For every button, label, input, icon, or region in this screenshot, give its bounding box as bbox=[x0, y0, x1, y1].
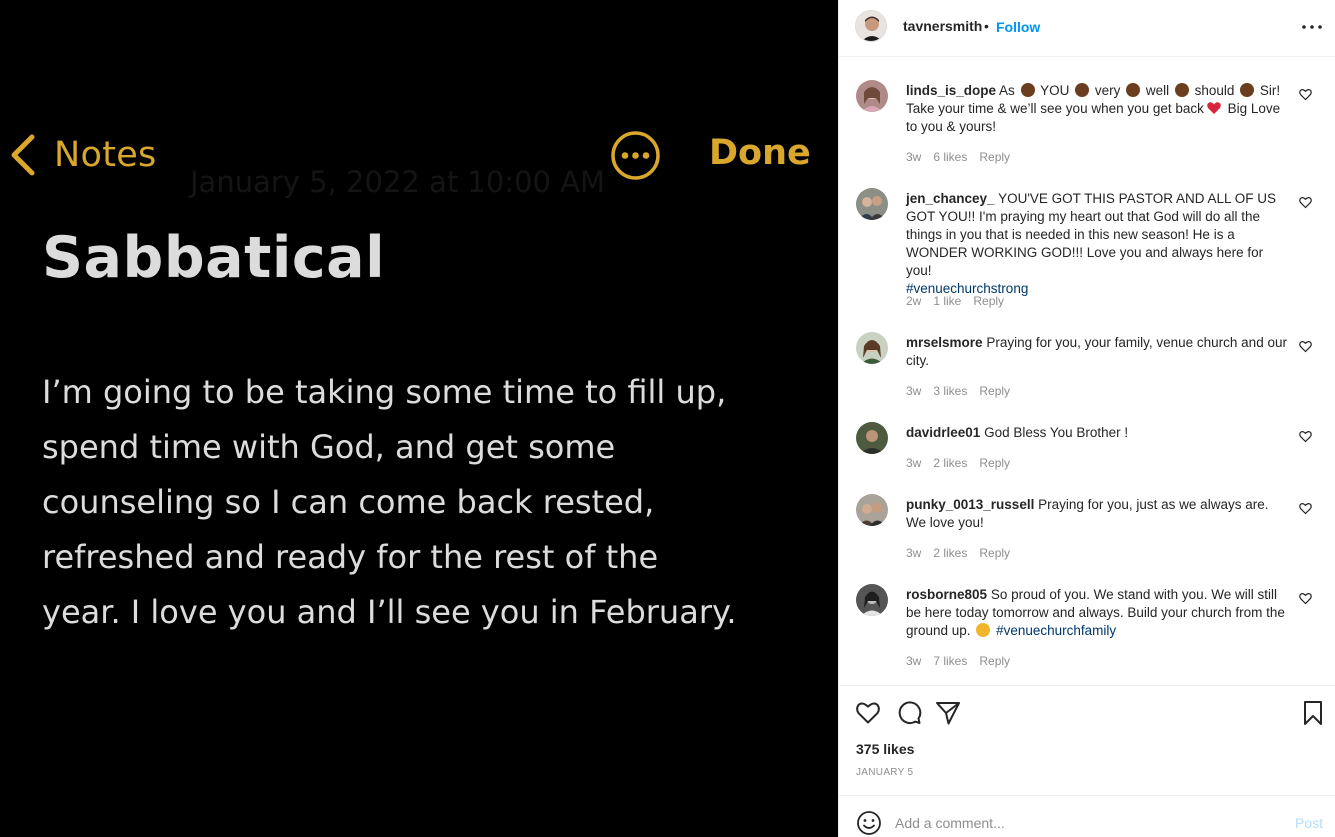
commenter-avatar[interactable] bbox=[856, 332, 888, 364]
comment-time[interactable]: 2w bbox=[906, 294, 921, 308]
post-button[interactable]: Post bbox=[1295, 815, 1323, 831]
reply-button[interactable]: Reply bbox=[979, 546, 1010, 560]
comment-time[interactable]: 3w bbox=[906, 150, 921, 164]
comment-username[interactable]: linds_is_dope bbox=[906, 83, 996, 98]
comment-time[interactable]: 3w bbox=[906, 654, 921, 668]
commenter-avatar[interactable] bbox=[856, 494, 888, 526]
author-username[interactable]: tavnersmith bbox=[903, 18, 982, 34]
commenter-avatar[interactable] bbox=[856, 188, 888, 220]
comment-likes[interactable]: 3 likes bbox=[933, 384, 967, 398]
smiley-icon[interactable] bbox=[856, 810, 882, 836]
chevron-left-icon bbox=[11, 134, 35, 176]
comment-meta: 3w 6 likes Reply bbox=[906, 150, 1022, 164]
commenter-avatar[interactable] bbox=[856, 80, 888, 112]
commenter-avatar[interactable] bbox=[856, 584, 888, 616]
likes-count[interactable]: 375 likes bbox=[856, 741, 914, 757]
comment-text: davidrlee01 God Bless You Brother ! bbox=[906, 425, 1129, 440]
comment-likes[interactable]: 2 likes bbox=[933, 546, 967, 560]
author-avatar-image bbox=[856, 11, 886, 41]
comment-like-heart-icon[interactable] bbox=[1299, 88, 1312, 101]
comment-icon[interactable] bbox=[896, 700, 922, 726]
author-avatar[interactable] bbox=[855, 10, 887, 42]
comment-text: punky_0013_russell Praying for you, just… bbox=[906, 497, 1269, 530]
header-separator: • bbox=[984, 18, 989, 34]
comments-list[interactable]: linds_is_dope As YOU very well should Si… bbox=[839, 57, 1335, 685]
notes-title: Sabbatical bbox=[42, 225, 386, 291]
comment-text: rosborne805 So proud of you. We stand wi… bbox=[906, 587, 1285, 638]
waving-hand-emoji-icon bbox=[976, 623, 991, 637]
add-comment-bar: Post bbox=[839, 795, 1335, 837]
comment-text: jen_chancey_ YOU'VE GOT THIS PASTOR AND … bbox=[906, 191, 1276, 296]
clap-emoji-icon bbox=[1075, 83, 1090, 97]
reply-button[interactable]: Reply bbox=[979, 150, 1010, 164]
heart-emoji-icon bbox=[1207, 102, 1221, 114]
comment-meta: 3w 3 likes Reply bbox=[906, 384, 1022, 398]
comment-likes[interactable]: 7 likes bbox=[933, 654, 967, 668]
comment-username[interactable]: mrselsmore bbox=[906, 335, 983, 350]
comment-time[interactable]: 3w bbox=[906, 456, 921, 470]
comment-likes[interactable]: 1 like bbox=[933, 294, 961, 308]
comment-username[interactable]: rosborne805 bbox=[906, 587, 987, 602]
comment-username[interactable]: jen_chancey_ bbox=[906, 191, 995, 206]
comment-username[interactable]: davidrlee01 bbox=[906, 425, 980, 440]
comment-time[interactable]: 3w bbox=[906, 546, 921, 560]
more-horizontal-icon[interactable] bbox=[1301, 16, 1323, 38]
follow-button[interactable]: Follow bbox=[996, 19, 1040, 35]
comment-text: linds_is_dope As YOU very well should Si… bbox=[906, 83, 1281, 134]
comment-likes[interactable]: 2 likes bbox=[933, 456, 967, 470]
post-image: Notes Done January 5, 2022 at 10:00 AM S… bbox=[0, 0, 838, 837]
comment-like-heart-icon[interactable] bbox=[1299, 502, 1312, 515]
reply-button[interactable]: Reply bbox=[979, 654, 1010, 668]
reply-button[interactable]: Reply bbox=[973, 294, 1004, 308]
comment-input[interactable] bbox=[895, 810, 1275, 836]
post-actions: 375 likes JANUARY 5 bbox=[839, 685, 1335, 795]
notes-done-label: Done bbox=[709, 133, 811, 173]
comment-like-heart-icon[interactable] bbox=[1299, 340, 1312, 353]
bookmark-icon[interactable] bbox=[1300, 700, 1326, 726]
reply-button[interactable]: Reply bbox=[979, 456, 1010, 470]
post-header: tavnersmith • Follow bbox=[839, 0, 1335, 57]
comment-meta: 3w 2 likes Reply bbox=[906, 456, 1022, 470]
comment-text: mrselsmore Praying for you, your family,… bbox=[906, 335, 1287, 368]
comment-like-heart-icon[interactable] bbox=[1299, 430, 1312, 443]
clap-emoji-icon bbox=[1020, 83, 1035, 97]
clap-emoji-icon bbox=[1126, 83, 1141, 97]
notes-date: January 5, 2022 at 10:00 AM bbox=[190, 165, 606, 199]
notes-body: I’m going to be taking some time to fill… bbox=[42, 373, 737, 631]
comment-likes[interactable]: 6 likes bbox=[933, 150, 967, 164]
send-icon[interactable] bbox=[935, 700, 961, 726]
comment-username[interactable]: punky_0013_russell bbox=[906, 497, 1034, 512]
comment-meta: 3w 2 likes Reply bbox=[906, 546, 1022, 560]
commenter-avatar[interactable] bbox=[856, 422, 888, 454]
comment-meta: 2w 1 like Reply bbox=[906, 294, 1016, 308]
post-date[interactable]: JANUARY 5 bbox=[856, 767, 913, 778]
comment-meta: 3w 7 likes Reply bbox=[906, 654, 1022, 668]
notes-back-button: Notes bbox=[8, 133, 157, 177]
comment-like-heart-icon[interactable] bbox=[1299, 196, 1312, 209]
clap-emoji-icon bbox=[1240, 83, 1255, 97]
notes-back-label: Notes bbox=[54, 135, 157, 175]
clap-emoji-icon bbox=[1174, 83, 1189, 97]
heart-icon[interactable] bbox=[855, 700, 881, 726]
comment-time[interactable]: 3w bbox=[906, 384, 921, 398]
hashtag-link[interactable]: #venuechurchfamily bbox=[996, 623, 1116, 638]
post-side-panel: tavnersmith • Follow linds_is_dope As YO… bbox=[838, 0, 1335, 837]
comment-like-heart-icon[interactable] bbox=[1299, 592, 1312, 605]
ellipsis-circle-icon bbox=[611, 131, 660, 180]
reply-button[interactable]: Reply bbox=[979, 384, 1010, 398]
